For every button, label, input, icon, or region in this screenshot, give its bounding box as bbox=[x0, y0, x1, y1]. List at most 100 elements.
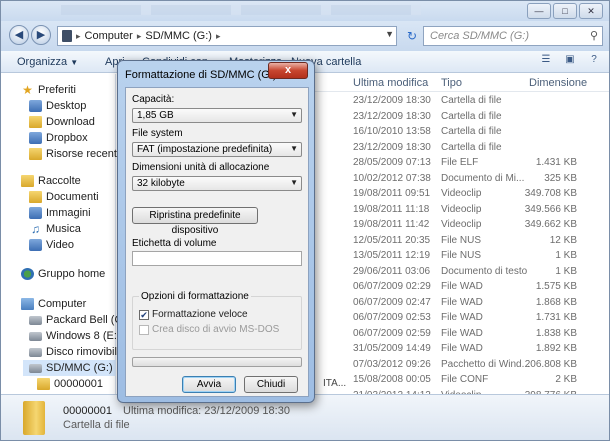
arrow-right-icon: ▶ bbox=[36, 29, 46, 41]
nav-item-drive-e[interactable]: Windows 8 (E:) bbox=[29, 328, 121, 344]
row-type: File ELF bbox=[441, 157, 479, 168]
row-size: 1.868 KB bbox=[535, 296, 577, 308]
libraries-icon bbox=[21, 175, 34, 187]
row-type: File WAD bbox=[441, 312, 483, 323]
nav-item-music[interactable]: ♫ Musica bbox=[29, 221, 81, 237]
view-options-icon[interactable]: ☰ bbox=[539, 54, 553, 68]
background-tabs bbox=[61, 5, 421, 15]
hard-drive-icon bbox=[29, 331, 42, 341]
folder-icon bbox=[23, 401, 45, 435]
nav-label: 00000001 bbox=[54, 378, 103, 390]
window-controls: — □ ✕ bbox=[527, 3, 603, 19]
chevron-down-icon: ▼ bbox=[290, 110, 298, 119]
row-date: 13/05/2011 12:19 bbox=[353, 250, 431, 261]
organize-button[interactable]: Organizza ▼ bbox=[17, 56, 78, 68]
breadcrumb-sd-card[interactable]: SD/MMC (G:) bbox=[145, 30, 212, 42]
column-type[interactable]: Tipo bbox=[441, 77, 462, 89]
row-size: 12 KB bbox=[549, 234, 577, 246]
nav-item-recent[interactable]: Risorse recenti bbox=[29, 146, 119, 162]
allocation-size-select[interactable]: 32 kilobyte ▼ bbox=[132, 176, 302, 191]
nav-item-desktop[interactable]: Desktop bbox=[29, 98, 86, 114]
search-input[interactable]: Cerca SD/MMC (G:) ⚲ bbox=[423, 26, 603, 46]
nav-label: Gruppo home bbox=[38, 268, 106, 280]
nav-item-video[interactable]: Video bbox=[29, 237, 74, 253]
computer-icon bbox=[21, 298, 34, 310]
row-type: File WAD bbox=[441, 296, 483, 308]
row-type: Cartella di file bbox=[441, 141, 502, 153]
row-type: Documento di Mi... bbox=[441, 172, 525, 184]
restore-defaults-button[interactable]: Ripristina predefinite dispositivo bbox=[132, 207, 258, 236]
sd-card-icon bbox=[29, 363, 42, 373]
close-icon: x bbox=[284, 64, 292, 76]
row-type: Cartella di file bbox=[441, 126, 502, 137]
nav-item-documents[interactable]: Documenti bbox=[29, 189, 99, 205]
chevron-right-icon[interactable]: ▸ bbox=[76, 31, 81, 42]
row-size: 1.575 KB bbox=[535, 281, 577, 292]
refresh-icon: ↻ bbox=[406, 29, 418, 43]
checkbox-icon bbox=[139, 324, 149, 335]
msdos-boot-disk-checkbox[interactable]: Crea disco di avvio MS-DOS bbox=[139, 324, 279, 335]
nav-item-images[interactable]: Immagini bbox=[29, 205, 91, 221]
nav-item-sd-card[interactable]: SD/MMC (G:) bbox=[23, 360, 116, 376]
pictures-icon bbox=[29, 207, 42, 219]
nav-computer[interactable]: Computer bbox=[21, 296, 86, 312]
column-size[interactable]: Dimensione bbox=[529, 77, 587, 89]
row-date: 29/06/2011 03:06 bbox=[353, 265, 431, 277]
chevron-down-icon[interactable]: ▼ bbox=[385, 29, 394, 39]
download-folder-icon bbox=[29, 116, 42, 128]
nav-homegroup[interactable]: Gruppo home bbox=[21, 266, 105, 282]
start-button[interactable]: Avvia bbox=[182, 376, 236, 393]
forward-button[interactable]: ▶ bbox=[31, 25, 51, 45]
nav-libraries[interactable]: Raccolte bbox=[21, 173, 81, 189]
nav-item-download[interactable]: Download bbox=[29, 114, 95, 130]
row-date: 16/10/2010 13:58 bbox=[353, 126, 431, 137]
row-date: 23/12/2009 18:30 bbox=[353, 95, 431, 106]
address-bar: ◀ ▶ ▸ Computer ▸ SD/MMC (G:) ▸ ▼ ↻ Cerca… bbox=[1, 21, 609, 51]
volume-label-label: Etichetta di volume bbox=[132, 238, 217, 249]
window-close-button[interactable]: ✕ bbox=[579, 3, 603, 19]
dialog-close-button[interactable]: x bbox=[268, 62, 308, 79]
nav-favorites[interactable]: ★ Preferiti bbox=[21, 82, 76, 98]
file-system-select[interactable]: FAT (impostazione predefinita) ▼ bbox=[132, 142, 302, 157]
row-date: 12/05/2011 20:35 bbox=[353, 234, 431, 246]
row-type: Cartella di file bbox=[441, 95, 502, 106]
nav-item-removable[interactable]: Disco rimovibile bbox=[29, 344, 123, 360]
dialog-body: Capacità: 1,85 GB ▼ File system FAT (impo… bbox=[125, 87, 309, 397]
row-size: 1.892 KB bbox=[535, 343, 577, 354]
row-type: File WAD bbox=[441, 343, 483, 354]
nav-label: Raccolte bbox=[38, 175, 81, 187]
chevron-down-icon: ▼ bbox=[290, 144, 298, 153]
nav-item-drive-c[interactable]: Packard Bell (C:) bbox=[29, 312, 129, 328]
checkbox-icon: ✔ bbox=[139, 309, 149, 320]
quick-format-checkbox[interactable]: ✔ Formattazione veloce bbox=[139, 309, 248, 320]
homegroup-icon bbox=[21, 268, 34, 280]
file-system-value: FAT (impostazione predefinita) bbox=[137, 144, 273, 155]
volume-label-input[interactable] bbox=[132, 251, 302, 266]
preview-pane-icon[interactable]: ▣ bbox=[563, 54, 577, 68]
nav-item-dropbox[interactable]: Dropbox bbox=[29, 130, 88, 146]
column-date[interactable]: Ultima modifica bbox=[353, 77, 428, 89]
recent-places-icon bbox=[29, 148, 42, 160]
format-options-group: Opzioni di formattazione ✔ Formattazione … bbox=[132, 291, 302, 350]
minimize-button[interactable]: — bbox=[527, 3, 551, 19]
back-button[interactable]: ◀ bbox=[9, 25, 29, 45]
chevron-right-icon[interactable]: ▸ bbox=[137, 31, 142, 42]
search-icon: ⚲ bbox=[589, 30, 598, 42]
nav-item-folder-00000001[interactable]: 00000001 bbox=[37, 376, 103, 392]
chevron-right-icon[interactable]: ▸ bbox=[216, 31, 221, 42]
nav-label: Video bbox=[46, 239, 74, 251]
maximize-button[interactable]: □ bbox=[553, 3, 577, 19]
capacity-select[interactable]: 1,85 GB ▼ bbox=[132, 108, 302, 123]
row-size: 349.662 KB bbox=[524, 219, 577, 230]
refresh-button[interactable]: ↻ bbox=[402, 26, 422, 46]
row-size: 1 KB bbox=[555, 265, 577, 277]
row-date: 06/07/2009 02:47 bbox=[353, 296, 431, 308]
allocation-size-value: 32 kilobyte bbox=[137, 178, 185, 189]
help-icon[interactable]: ? bbox=[587, 54, 601, 68]
breadcrumb-computer[interactable]: Computer bbox=[85, 30, 133, 42]
row-type: Videoclip bbox=[441, 219, 482, 230]
path-field[interactable]: ▸ Computer ▸ SD/MMC (G:) ▸ ▼ bbox=[57, 26, 397, 46]
removable-drive-icon bbox=[29, 347, 42, 357]
close-button[interactable]: Chiudi bbox=[244, 376, 298, 393]
row-date: 19/08/2011 11:18 bbox=[353, 203, 430, 215]
